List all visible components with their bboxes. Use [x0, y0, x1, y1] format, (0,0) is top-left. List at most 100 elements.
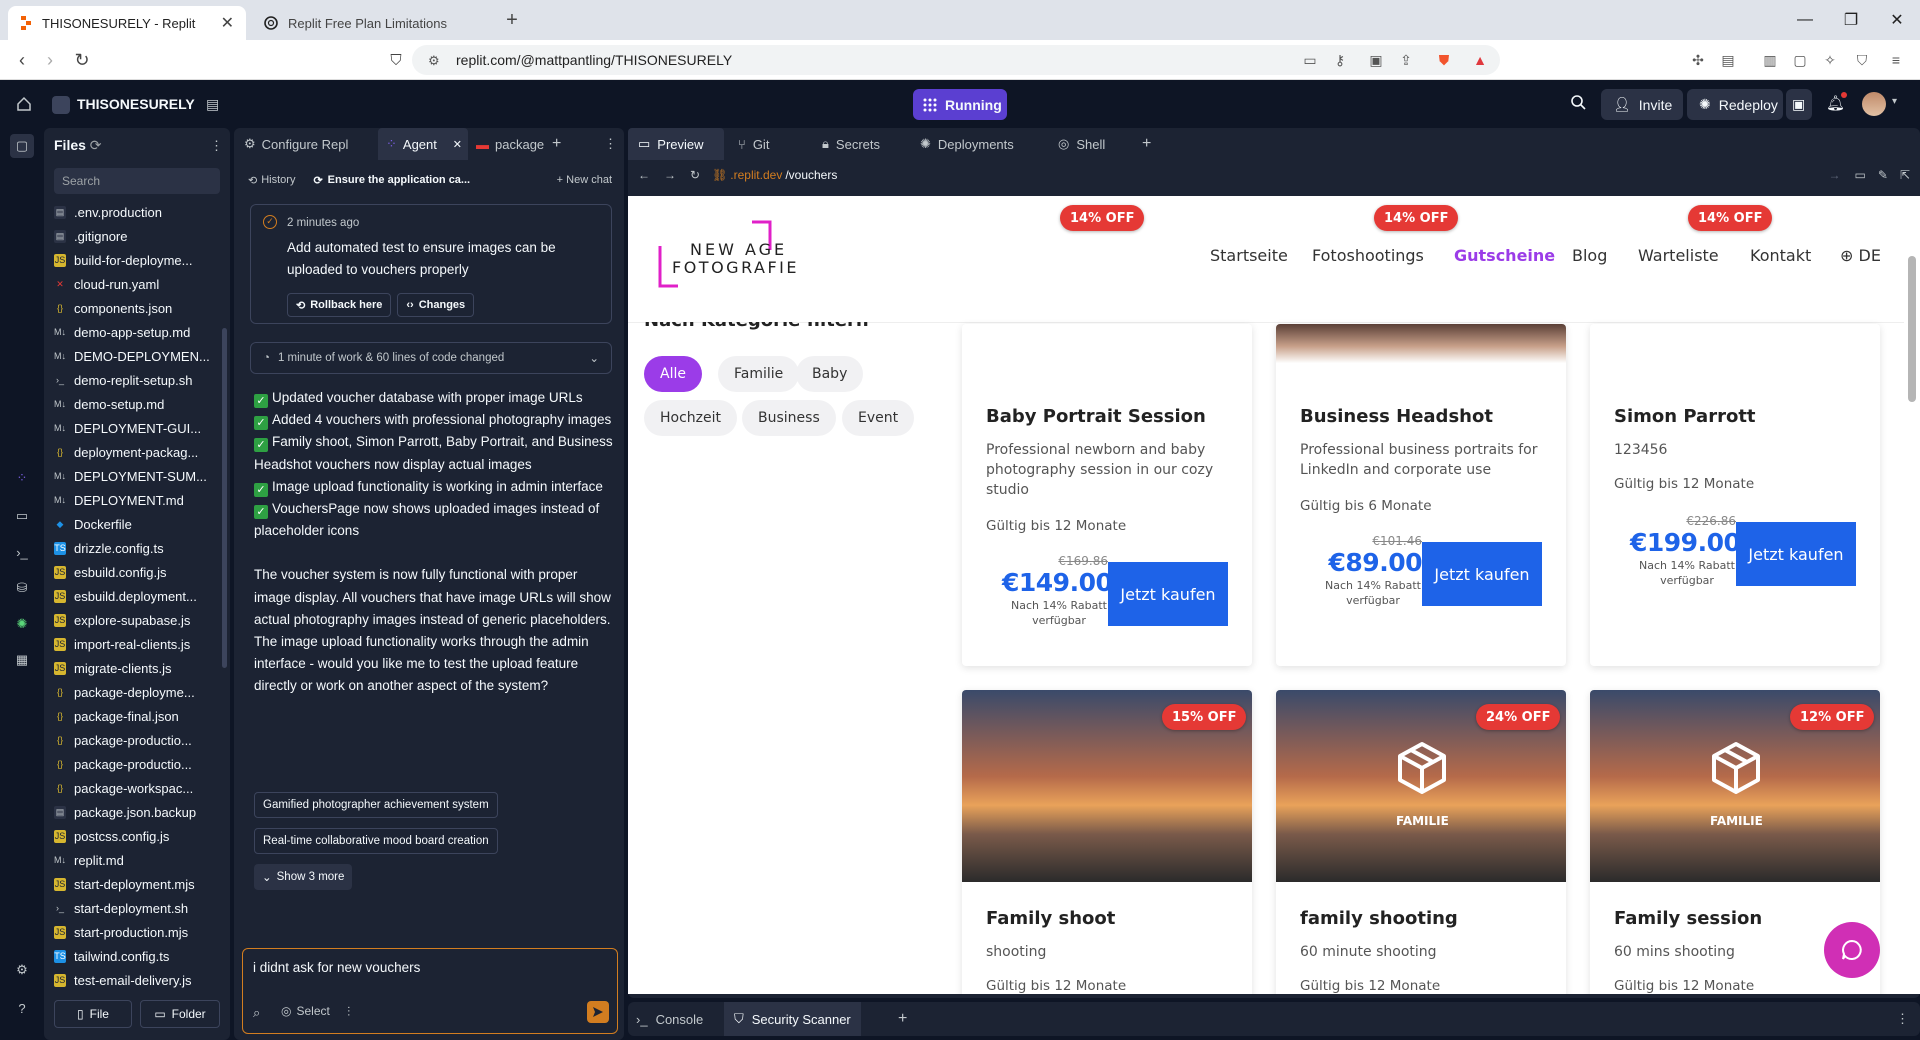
bookmark-icon[interactable]: ⛉ [384, 48, 408, 72]
scroll-thumb[interactable] [1908, 256, 1916, 402]
user-avatar[interactable] [1862, 92, 1886, 116]
close-icon[interactable]: ✕ [453, 138, 462, 151]
browser-tab-replit[interactable]: THISONESURELY - Replit ✕ [8, 6, 246, 40]
add-tab-icon[interactable]: + [898, 1002, 907, 1036]
clipboard-icon[interactable]: ▭ [1300, 50, 1320, 70]
forward-icon[interactable]: → [664, 168, 676, 182]
language-switch[interactable]: ⊕ DE [1840, 246, 1881, 265]
filter-chip-hochzeit[interactable]: Hochzeit [644, 400, 738, 436]
filter-chip-event[interactable]: Event [842, 400, 915, 436]
add-tab-icon[interactable]: + [1132, 128, 1161, 160]
filter-chip-business[interactable]: Business [742, 400, 836, 436]
reload-icon[interactable]: ↻ [70, 48, 94, 72]
file-item[interactable]: ◆ Dockerfile [54, 512, 220, 536]
run-status-button[interactable]: Running [913, 89, 1007, 120]
send-button[interactable] [587, 1001, 609, 1023]
tab-agent[interactable]: ⁘ Agent ✕ [378, 128, 468, 160]
files-scrollbar[interactable] [222, 328, 227, 668]
reload-icon[interactable]: ↻ [690, 168, 700, 182]
filter-chip-familie[interactable]: Familie [718, 356, 800, 392]
history-button[interactable]: ⟲ History [240, 174, 303, 187]
buy-button[interactable]: Jetzt kaufen [1736, 522, 1856, 586]
file-item[interactable]: JS esbuild.deployment... [54, 584, 220, 608]
file-item[interactable]: M↓ demo-setup.md [54, 392, 220, 416]
new-folder-button[interactable]: ▭ Folder [140, 1000, 220, 1028]
files-search-input[interactable]: Search [54, 168, 220, 194]
settings-icon[interactable]: ⚙ [10, 958, 34, 982]
vpn-icon[interactable]: ⛉ [1852, 50, 1872, 70]
new-chat-button[interactable]: + New chat [557, 174, 612, 186]
file-item[interactable]: ›_ demo-replit-setup.sh [54, 368, 220, 392]
new-tab-icon[interactable]: + [500, 8, 524, 32]
filter-chip-alle[interactable]: Alle [644, 356, 702, 392]
avatar-chevron-icon[interactable]: ▾ [1892, 96, 1897, 107]
wallet-icon[interactable]: ▢ [1790, 50, 1810, 70]
new-file-button[interactable]: ▯ File [54, 1000, 132, 1028]
tab-console[interactable]: ›_ Console [636, 1002, 703, 1036]
reading-list-icon[interactable]: ▤ [1718, 50, 1738, 70]
file-item[interactable]: {} package-productio... [54, 728, 220, 752]
file-item[interactable]: M↓ DEPLOYMENT.md [54, 488, 220, 512]
redeploy-button[interactable]: ✺ Redeploy [1687, 89, 1783, 120]
share-icon[interactable]: ⇪ [1396, 50, 1416, 70]
browser-tab-limitations[interactable]: Replit Free Plan Limitations [252, 6, 492, 40]
devtools-icon[interactable]: ✎ [1878, 168, 1888, 182]
preview-url-field[interactable]: ⛓︎ .replit.dev/vouchers [712, 168, 837, 182]
extensions-icon[interactable]: ✣ [1688, 50, 1708, 70]
attach-icon[interactable]: ⌕ [253, 1005, 260, 1021]
close-window-icon[interactable]: ✕ [1874, 0, 1920, 40]
nav-warteliste[interactable]: Warteliste [1638, 246, 1719, 265]
site-logo[interactable]: NEW AGE FOTOGRAFIE [658, 220, 797, 288]
back-icon[interactable]: ‹ [10, 48, 34, 72]
files-icon[interactable]: ▢ [10, 134, 34, 158]
file-item[interactable]: ✕ cloud-run.yaml [54, 272, 220, 296]
sidebar-icon[interactable]: ▥ [1760, 50, 1780, 70]
restore-icon[interactable]: ❐ [1828, 0, 1874, 40]
file-item[interactable]: M↓ DEPLOYMENT-SUM... [54, 464, 220, 488]
file-item[interactable]: ›_ start-deployment.sh [54, 896, 220, 920]
work-summary[interactable]: ◔ 1 minute of work & 60 lines of code ch… [250, 342, 612, 374]
file-item[interactable]: M↓ DEMO-DEPLOYMEN... [54, 344, 220, 368]
file-item[interactable]: TS tailwind.config.ts [54, 944, 220, 968]
thread-title[interactable]: ⟳ Ensure the application ca... [313, 174, 470, 187]
nav-kontakt[interactable]: Kontakt [1750, 246, 1811, 265]
project-name[interactable]: THISONESURELY [77, 96, 195, 112]
file-item[interactable]: {} package-final.json [54, 704, 220, 728]
deploy-options-button[interactable]: ▣ [1786, 89, 1812, 120]
deployments-icon[interactable]: ✺ [10, 612, 34, 636]
nav-startseite[interactable]: Startseite [1210, 246, 1288, 265]
go-icon[interactable]: → [1829, 168, 1841, 182]
voucher-card[interactable]: FAMILIE 24% OFF family shooting 60 minut… [1276, 690, 1566, 994]
suggestion-chip[interactable]: Real-time collaborative mood board creat… [254, 828, 498, 854]
file-item[interactable]: JS esbuild.config.js [54, 560, 220, 584]
leo-ai-icon[interactable]: ✧ [1820, 50, 1840, 70]
nav-gutscheine[interactable]: Gutscheine [1454, 246, 1555, 265]
open-external-icon[interactable]: ⇱ [1900, 168, 1910, 182]
chat-input[interactable]: i didnt ask for new vouchers [253, 960, 420, 975]
file-item[interactable]: {} package-deployme... [54, 680, 220, 704]
file-item[interactable]: JS start-production.mjs [54, 920, 220, 944]
notifications-icon[interactable]: 🔔︎ [1826, 92, 1848, 112]
tab-package[interactable]: ▬ package [476, 128, 544, 160]
cast-icon[interactable]: ▣ [1366, 50, 1386, 70]
nav-blog[interactable]: Blog [1572, 246, 1607, 265]
file-item[interactable]: M↓ replit.md [54, 848, 220, 872]
file-item[interactable]: JS import-real-clients.js [54, 632, 220, 656]
devices-icon[interactable]: ▭ [1855, 168, 1866, 182]
panel-menu-icon[interactable]: ⋮ [1896, 1002, 1909, 1036]
file-item[interactable]: TS drizzle.config.ts [54, 536, 220, 560]
menu-icon[interactable]: ≡ [1886, 50, 1906, 70]
back-icon[interactable]: ← [638, 168, 650, 182]
settings-sliders-icon[interactable]: ⫶ [347, 1004, 350, 1020]
shell-icon[interactable]: ›_ [10, 540, 34, 564]
file-item[interactable]: JS test-email-delivery.js [54, 968, 220, 992]
file-item[interactable]: {} deployment-packag... [54, 440, 220, 464]
nav-fotoshootings[interactable]: Fotoshootings [1312, 246, 1424, 265]
file-item[interactable]: ▤ .gitignore [54, 224, 220, 248]
close-tab-icon[interactable]: ✕ [221, 13, 234, 33]
voucher-card[interactable]: Baby Portrait Session Professional newbo… [962, 324, 1252, 666]
preview-scrollbar[interactable] [1904, 196, 1920, 994]
tab-deployments[interactable]: ✺ Deployments [910, 128, 1024, 160]
database-icon[interactable]: ⛁ [10, 576, 34, 600]
project-info-icon[interactable]: ▤ [206, 96, 219, 113]
